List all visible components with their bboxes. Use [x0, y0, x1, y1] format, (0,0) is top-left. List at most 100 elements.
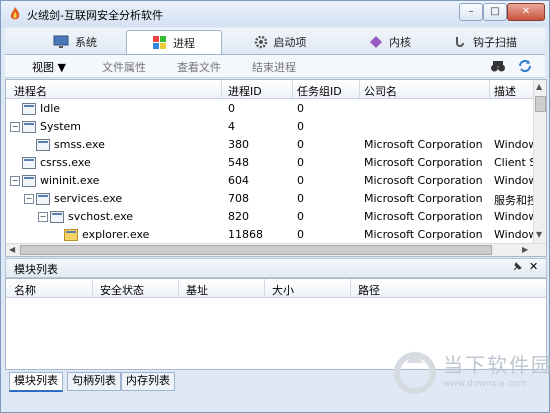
- watermark: 当下软件园 www.downxia.com: [393, 345, 550, 405]
- h-scroll-thumb[interactable]: [20, 245, 492, 255]
- tree-expander-icon[interactable]: −: [24, 194, 34, 204]
- window-title: 火绒剑-互联网安全分析软件: [27, 9, 163, 22]
- table-row[interactable]: − svchost.exe 820 0 Microsoft Corporation Win…: [6, 207, 534, 225]
- minimize-button[interactable]: –: [459, 3, 483, 21]
- table-row[interactable]: explorer.exe 11868 0 Microsoft Corporation W…: [6, 225, 534, 243]
- group-id: 0: [297, 174, 304, 187]
- group-id: 0: [297, 192, 304, 205]
- table-row[interactable]: csrss.exe 548 0 Microsoft Corporation Client…: [6, 153, 534, 171]
- col-process-name[interactable]: 进程名: [14, 83, 47, 99]
- horizontal-scrollbar[interactable]: ◀ ▶: [6, 243, 546, 256]
- tab-module-list[interactable]: 模块列表: [9, 372, 63, 392]
- tab-startup[interactable]: 启动项: [225, 30, 335, 53]
- description: Window: [494, 138, 534, 151]
- module-table-header: 名称 安全状态 基址 大小 路径: [6, 279, 546, 298]
- tree-expander-icon[interactable]: −: [10, 176, 20, 186]
- company-name: Microsoft Corporation: [364, 156, 483, 169]
- toolbar: 视图 ▼ 文件属性 查看文件 结束进程: [5, 55, 545, 78]
- process-id: 820: [228, 210, 249, 223]
- maximize-button[interactable]: □: [483, 3, 507, 21]
- tab-label: 进程: [173, 37, 195, 50]
- process-table-header: 进程名 进程ID 任务组ID 公司名 描述: [6, 80, 534, 99]
- table-row[interactable]: Idle 0 0: [6, 99, 534, 117]
- tree-expander-icon[interactable]: −: [38, 212, 48, 222]
- process-icon: [50, 211, 64, 223]
- tab-label: 系统: [75, 35, 97, 49]
- tree-expander-icon[interactable]: −: [10, 122, 20, 132]
- process-name: Idle: [40, 102, 61, 115]
- col-group-id[interactable]: 任务组ID: [297, 83, 342, 99]
- description: Window: [494, 228, 534, 241]
- panel-close-icon[interactable]: ✕: [529, 260, 538, 273]
- main-window: 火绒剑-互联网安全分析软件 – □ ✕ 系统 进程 启动项 内核 钩子扫描 视图…: [0, 0, 550, 413]
- process-name: explorer.exe: [82, 228, 150, 241]
- description: Client S: [494, 156, 534, 169]
- kernel-icon: [370, 35, 382, 48]
- process-id: 11868: [228, 228, 263, 241]
- process-id: 548: [228, 156, 249, 169]
- group-id: 0: [297, 210, 304, 223]
- monitor-icon: [53, 35, 69, 48]
- windows-flag-icon: [153, 36, 166, 49]
- view-file-button[interactable]: 查看文件: [177, 59, 221, 75]
- col-path[interactable]: 路径: [358, 282, 380, 298]
- watermark-logo: [394, 351, 436, 394]
- company-name: Microsoft Corporation: [364, 228, 483, 241]
- col-pid[interactable]: 进程ID: [228, 83, 262, 99]
- table-row[interactable]: − services.exe 708 0 Microsoft Corporation 服务…: [6, 189, 534, 207]
- process-name: csrss.exe: [40, 156, 91, 169]
- binoculars-icon[interactable]: [490, 58, 506, 74]
- tab-handle-list[interactable]: 句柄列表: [67, 372, 121, 391]
- refresh-icon[interactable]: [517, 58, 533, 74]
- table-row[interactable]: − wininit.exe 604 0 Microsoft Corporation Win…: [6, 171, 534, 189]
- col-company[interactable]: 公司名: [364, 83, 397, 99]
- close-button[interactable]: ✕: [507, 3, 545, 21]
- group-id: 0: [297, 138, 304, 151]
- pin-icon[interactable]: [511, 261, 523, 273]
- tab-process[interactable]: 进程: [126, 30, 222, 54]
- description: Window: [494, 210, 534, 223]
- process-id: 604: [228, 174, 249, 187]
- title-bar: 火绒剑-互联网安全分析软件 – □ ✕: [1, 1, 549, 27]
- tab-memory-list[interactable]: 内存列表: [121, 372, 175, 391]
- col-security-status[interactable]: 安全状态: [100, 282, 144, 298]
- process-icon: [64, 229, 78, 241]
- process-id: 380: [228, 138, 249, 151]
- process-name: smss.exe: [54, 138, 105, 151]
- company-name: Microsoft Corporation: [364, 138, 483, 151]
- fire-sword-app-icon: [10, 7, 20, 20]
- tab-kernel[interactable]: 内核: [335, 30, 445, 53]
- watermark-text: 当下软件园: [443, 353, 550, 377]
- process-icon: [22, 103, 36, 115]
- table-row[interactable]: − System 4 0: [6, 117, 534, 135]
- company-name: Microsoft Corporation: [364, 192, 483, 205]
- process-icon: [36, 193, 50, 205]
- group-id: 0: [297, 156, 304, 169]
- module-panel-title: 模块列表: [14, 263, 58, 276]
- col-module-name[interactable]: 名称: [14, 282, 36, 298]
- col-size[interactable]: 大小: [272, 282, 294, 298]
- description: 服务和控: [494, 194, 534, 207]
- process-name: System: [40, 120, 82, 133]
- tab-label: 启动项: [273, 35, 307, 49]
- process-id: 708: [228, 192, 249, 205]
- file-properties-button[interactable]: 文件属性: [102, 59, 146, 75]
- vertical-scrollbar[interactable]: ▲ ▼: [533, 80, 546, 244]
- scroll-thumb[interactable]: [535, 96, 546, 112]
- group-id: 0: [297, 120, 304, 133]
- process-id: 0: [228, 102, 235, 115]
- tab-system[interactable]: 系统: [25, 30, 125, 53]
- view-menu-button[interactable]: 视图 ▼: [32, 59, 66, 75]
- end-process-button[interactable]: 结束进程: [252, 59, 296, 75]
- main-tab-bar: 系统 进程 启动项 内核 钩子扫描: [5, 28, 545, 55]
- tab-hook-scan[interactable]: 钩子扫描: [453, 30, 545, 53]
- process-icon: [22, 121, 36, 133]
- process-name: wininit.exe: [40, 174, 100, 187]
- table-row[interactable]: smss.exe 380 0 Microsoft Corporation Window: [6, 135, 534, 153]
- col-base-address[interactable]: 基址: [186, 282, 208, 298]
- hook-icon: [456, 36, 464, 47]
- col-description[interactable]: 描述: [494, 83, 516, 99]
- process-icon: [22, 157, 36, 169]
- process-name: svchost.exe: [68, 210, 134, 223]
- company-name: Microsoft Corporation: [364, 174, 483, 187]
